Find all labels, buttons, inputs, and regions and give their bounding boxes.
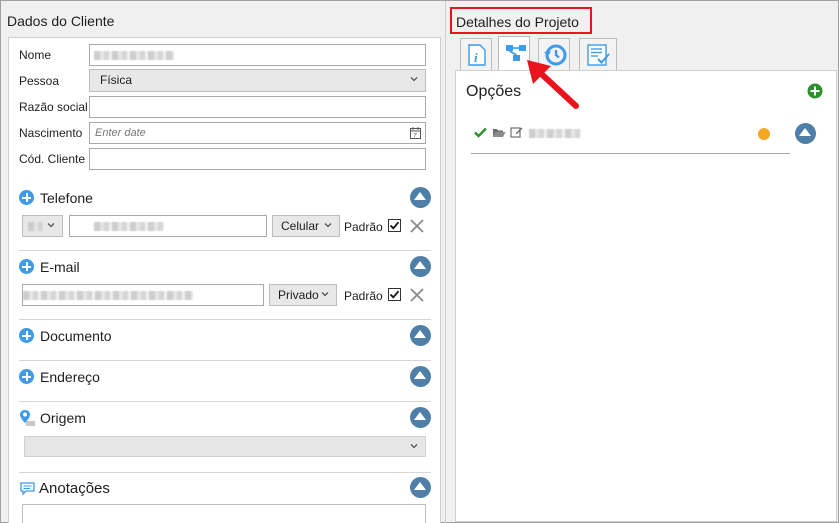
checklist-icon [587, 44, 610, 66]
check-icon [389, 290, 400, 299]
documento-title: Documento [40, 328, 112, 344]
chevron-down-icon [47, 223, 55, 228]
tab-info[interactable]: i [460, 38, 492, 70]
svg-text:i: i [474, 50, 478, 65]
chevron-down-icon [410, 77, 418, 82]
pessoa-select[interactable]: Física [89, 69, 426, 92]
nome-field[interactable] [89, 44, 426, 66]
redacted-text [529, 129, 581, 138]
email-type-select[interactable]: Privado [269, 284, 337, 306]
telefone-type-value: Celular [281, 219, 320, 233]
collapse-anotacoes-icon[interactable] [410, 477, 431, 498]
separator [19, 250, 431, 251]
separator [471, 153, 790, 154]
telefone-default-checkbox[interactable] [388, 219, 401, 232]
separator [19, 360, 431, 361]
chevron-down-icon [410, 444, 418, 449]
map-pin-icon [20, 410, 35, 426]
separator [19, 319, 431, 320]
chevron-down-icon [324, 223, 332, 228]
collapse-telefone-icon[interactable] [410, 187, 431, 208]
collapse-origem-icon[interactable] [410, 407, 431, 428]
check-icon [389, 221, 400, 230]
razao-field[interactable] [89, 96, 426, 118]
telefone-number-field[interactable] [69, 215, 267, 237]
email-address-field[interactable] [22, 284, 264, 306]
redacted-text [94, 222, 164, 231]
razao-label: Razão social [19, 100, 88, 114]
nascimento-field[interactable]: Enter date 7 [89, 122, 426, 144]
origem-select[interactable] [24, 436, 426, 457]
origem-title: Origem [40, 410, 86, 426]
arrow-annotation-icon [527, 60, 579, 109]
collapse-email-icon[interactable] [410, 256, 431, 277]
tab-checklist[interactable] [579, 38, 617, 70]
panel-title-project: Detalhes do Projeto [456, 14, 579, 30]
check-icon [474, 127, 487, 138]
add-option-icon[interactable] [807, 83, 823, 99]
folder-open-icon[interactable] [492, 127, 506, 138]
telefone-default-label: Padrão [344, 220, 383, 234]
collapse-endereco-icon[interactable] [410, 366, 431, 387]
telefone-country-select[interactable] [22, 215, 63, 237]
pessoa-value: Física [100, 73, 133, 87]
cod-label: Cód. Cliente [19, 152, 86, 166]
add-telefone-icon[interactable] [19, 190, 34, 205]
comment-icon [20, 482, 35, 496]
remove-email-icon[interactable] [409, 287, 425, 303]
nascimento-placeholder: Enter date [95, 127, 146, 139]
telefone-title: Telefone [40, 190, 93, 206]
cod-field[interactable] [89, 148, 426, 170]
panel-title-client: Dados do Cliente [7, 13, 115, 29]
anotacoes-title: Anotações [39, 480, 110, 497]
redacted-text [94, 51, 174, 60]
email-default-checkbox[interactable] [388, 288, 401, 301]
nome-label: Nome [19, 48, 52, 62]
status-dot [758, 128, 770, 140]
calendar-icon[interactable]: 7 [410, 127, 421, 139]
options-title: Opções [466, 83, 522, 100]
panel-divider [445, 1, 446, 523]
edit-icon[interactable] [510, 126, 523, 138]
collapse-documento-icon[interactable] [410, 325, 431, 346]
pessoa-label: Pessoa [19, 74, 60, 88]
remove-telefone-icon[interactable] [409, 218, 425, 234]
endereco-title: Endereço [40, 369, 100, 385]
email-title: E-mail [40, 259, 80, 275]
chevron-down-icon [321, 292, 329, 297]
collapse-option-icon[interactable] [795, 123, 816, 144]
nascimento-label: Nascimento [19, 126, 83, 140]
app-window: Dados do Cliente Nome Pessoa Física Razã… [0, 0, 839, 523]
add-documento-icon[interactable] [19, 328, 34, 343]
anotacoes-textarea[interactable] [22, 504, 426, 523]
separator [19, 472, 431, 473]
redacted-text [23, 291, 193, 300]
telefone-type-select[interactable]: Celular [272, 215, 340, 237]
add-endereco-icon[interactable] [19, 369, 34, 384]
add-email-icon[interactable] [19, 259, 34, 274]
email-default-label: Padrão [344, 289, 383, 303]
email-type-value: Privado [278, 288, 319, 302]
separator [19, 401, 431, 402]
redacted-text [28, 222, 44, 231]
info-icon: i [468, 44, 486, 66]
